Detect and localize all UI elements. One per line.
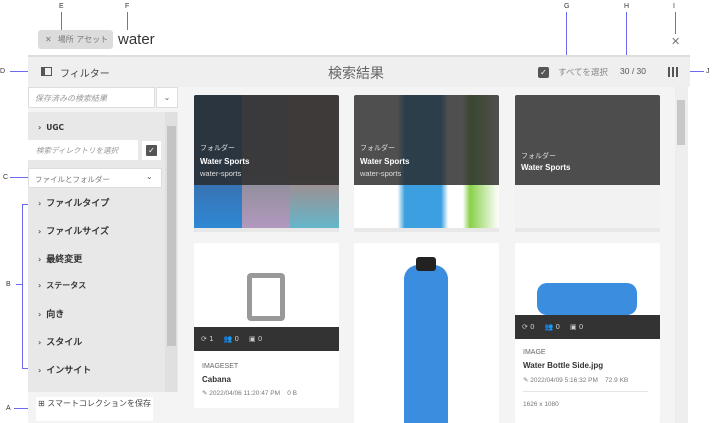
card-title: Water Bottle Side.jpg <box>523 361 604 370</box>
callout-g: G <box>564 3 570 10</box>
card-slug: water-sports <box>200 169 242 178</box>
filter-sidebar: 保存済みの検索結果 ⌄ › UGC 検索ディレクトリを選択 ✓ ファイルとフォルダ… <box>28 87 178 423</box>
filter-status[interactable]: › ステータス <box>38 280 86 291</box>
saved-search-input[interactable]: 保存済みの検索結果 <box>28 87 155 108</box>
folder-card[interactable]: フォルダー Water Sports water-sports <box>194 95 339 232</box>
grid-icon: ⊞ <box>37 399 48 408</box>
file-folder-select[interactable]: ファイルとフォルダー <box>28 168 162 188</box>
card-title: Water Sports <box>360 157 410 166</box>
filter-file-type[interactable]: › ファイルタイプ <box>38 196 109 209</box>
card-title: Water Sports <box>200 157 250 166</box>
filter-insights[interactable]: › インサイト <box>38 363 91 376</box>
card-stats: ⟳ 1 👥 0 ▣ 0 <box>194 327 339 351</box>
close-icon[interactable]: ✕ <box>671 35 680 48</box>
remove-chip-icon[interactable]: ✕ <box>45 35 52 44</box>
callout-d: D <box>0 68 6 75</box>
filter-ugc[interactable]: › UGC <box>38 123 64 132</box>
page-title: 検索結果 <box>328 66 384 82</box>
folder-card[interactable]: フォルダー Water Sports water-sports <box>354 95 499 232</box>
card-type: フォルダー <box>360 144 395 152</box>
results-grid: フォルダー Water Sports water-sports フォルダー Water… <box>178 87 675 423</box>
card-stats: ⟳ 0 👥 0 ▣ 0 <box>515 315 660 339</box>
asset-card-imageset[interactable]: ⟳ 1 👥 0 ▣ 0 IMAGESET Cabana ✎ 2022/04/06 1… <box>194 243 339 408</box>
water-bottle-side-image <box>537 283 637 315</box>
asset-card-image[interactable]: ⟳ 0 👥 0 ▣ 0 IMAGE Water Bottle Side.jpg ✎ … <box>515 243 660 423</box>
callout-i: I <box>673 3 675 10</box>
search-directory-input[interactable]: 検索ディレクトリを選択 <box>28 140 138 160</box>
water-bottle-image <box>404 265 448 423</box>
filter-style[interactable]: › スタイル <box>38 335 82 348</box>
filter-panel: › UGC 検索ディレクトリを選択 ✓ ファイルとフォルダー ⌄ › ファイルタイプ… <box>28 112 178 392</box>
callout-a: A <box>6 405 11 412</box>
filter-toggle[interactable]: フィルター <box>60 65 110 80</box>
card-kind: IMAGE <box>523 349 546 356</box>
callout-f: F <box>125 3 130 10</box>
imageset-icon <box>247 273 285 321</box>
card-title: Water Sports <box>521 163 571 172</box>
search-directory-button[interactable]: ✓ <box>142 141 161 160</box>
result-count: 30 / 30 <box>620 66 646 76</box>
card-title: Cabana <box>202 375 231 384</box>
view-switcher-grid-icon[interactable] <box>668 67 678 77</box>
card-dimensions: 1626 x 1080 <box>523 401 559 408</box>
select-all-checkbox-icon[interactable]: ✓ <box>538 67 549 78</box>
check-icon: ✓ <box>146 145 157 156</box>
chip-label: 場所 アセット <box>57 35 109 44</box>
filter-scrollbar-thumb[interactable] <box>167 126 176 346</box>
callout-e: E <box>59 3 64 10</box>
card-kind: IMAGESET <box>202 363 239 370</box>
card-type: フォルダー <box>200 144 235 152</box>
filter-last-modified[interactable]: › 最終変更 <box>38 252 82 265</box>
filter-orientation[interactable]: › 向き <box>38 307 64 320</box>
callout-h: H <box>624 3 630 10</box>
chevron-down-icon[interactable]: ⌄ <box>146 172 153 181</box>
results-header: フィルター 検索結果 ✓ すべてを選択 30 / 30 <box>28 57 690 87</box>
card-slug: water-sports <box>360 169 402 178</box>
save-smart-collection-button[interactable]: ⊞ スマートコレクションを保存 <box>36 397 153 421</box>
card-meta: ✎ 2022/04/09 5:16:32 PM 72.9 KB <box>523 377 629 384</box>
callout-c: C <box>3 174 9 181</box>
card-type: フォルダー <box>521 152 556 160</box>
folder-card[interactable]: フォルダー Water Sports <box>515 95 660 232</box>
results-scrollbar-thumb[interactable] <box>677 100 685 145</box>
callout-b: B <box>6 281 11 288</box>
saved-search-dropdown[interactable]: ⌄ <box>156 87 178 108</box>
location-filter-chip[interactable]: ✕ 場所 アセット <box>38 30 113 49</box>
card-meta: ✎ 2022/04/06 11:20:47 PM 0 B <box>202 390 298 397</box>
filter-file-size[interactable]: › ファイルサイズ <box>38 224 109 237</box>
filter-panel-icon[interactable] <box>41 67 52 76</box>
callout-j: J <box>706 68 710 75</box>
select-all-button[interactable]: すべてを選択 <box>558 66 608 78</box>
asset-card-bottle[interactable] <box>354 243 499 423</box>
search-query-input[interactable]: water <box>118 31 155 48</box>
